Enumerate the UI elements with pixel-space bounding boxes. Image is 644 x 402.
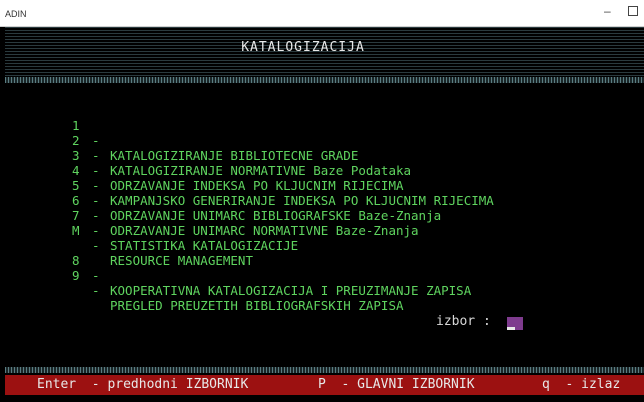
menu-label: PREGLED PREUZETIH BIBLIOGRAFSKIH ZAPISA — [110, 298, 404, 313]
status-bar: Enter - predhodni IZBORNIK P - GLAVNI IZ… — [5, 375, 644, 395]
status-main-menu-hint[interactable]: P - GLAVNI IZBORNIK — [318, 377, 475, 392]
menu-separator: - — [92, 268, 100, 283]
terminal-screen: KATALOGIZACIJA 1 - KATALOGIZIRANJE BIBLI… — [0, 27, 644, 402]
menu-key: 4 — [72, 163, 80, 178]
text-cursor — [507, 327, 515, 330]
title-banner: KATALOGIZACIJA — [5, 27, 644, 77]
menu-separator: - — [92, 178, 100, 193]
screen-title: KATALOGIZACIJA — [241, 40, 365, 55]
menu-label: ODRZAVANJE INDEKSA PO KLJUCNIM RIJECIMA — [110, 178, 404, 193]
top-separator — [5, 77, 644, 83]
menu-key: 7 — [72, 208, 80, 223]
window-title: ADIN — [5, 9, 27, 19]
menu-item-9[interactable]: 9 - PREGLED PREUZETIH BIBLIOGRAFSKIH ZAP… — [0, 253, 404, 328]
menu-label: ODRZAVANJE UNIMARC NORMATIVNE Baze-Znanj… — [110, 223, 419, 238]
choice-input[interactable] — [507, 317, 523, 330]
menu-key: 6 — [72, 193, 80, 208]
status-exit-hint[interactable]: q - izlaz — [542, 377, 620, 392]
maximize-icon[interactable] — [628, 6, 638, 16]
menu-separator: - — [92, 223, 100, 238]
menu-separator: - — [92, 238, 100, 253]
menu-separator: - — [92, 163, 100, 178]
menu-label: KATALOGIZIRANJE NORMATIVNE Baze Podataka — [110, 163, 412, 178]
menu-label: STATISTIKA KATALOGIZACIJE — [110, 238, 299, 253]
window-titlebar: ADIN – — [0, 0, 644, 27]
status-enter-hint[interactable]: Enter - predhodni IZBORNIK — [37, 377, 248, 392]
menu-key: M — [72, 223, 80, 238]
menu-separator: - — [92, 283, 100, 298]
menu-key: 1 — [72, 118, 80, 133]
menu-key: 8 — [72, 253, 80, 268]
menu-label: RESOURCE MANAGEMENT — [110, 253, 253, 268]
menu-key: 9 — [72, 268, 80, 283]
menu-label: ODRZAVANJE UNIMARC BIBLIOGRAFSKE Baze-Zn… — [110, 208, 442, 223]
menu-key: 2 — [72, 133, 80, 148]
menu-label: KOOPERATIVNA KATALOGIZACIJA I PREUZIMANJ… — [110, 283, 472, 298]
menu-separator: - — [92, 193, 100, 208]
menu-key: 3 — [72, 148, 80, 163]
minimize-icon[interactable]: – — [604, 4, 611, 18]
menu-separator: - — [92, 148, 100, 163]
menu-key: 5 — [72, 178, 80, 193]
bottom-separator — [5, 367, 644, 373]
choice-prompt-label: izbor : — [436, 314, 491, 329]
menu-label: KATALOGIZIRANJE BIBLIOTECNE GRADE — [110, 148, 359, 163]
menu-separator: - — [92, 133, 100, 148]
menu-separator: - — [92, 208, 100, 223]
menu-label: KAMPANJSKO GENERIRANJE INDEKSA PO KLJUCN… — [110, 193, 494, 208]
